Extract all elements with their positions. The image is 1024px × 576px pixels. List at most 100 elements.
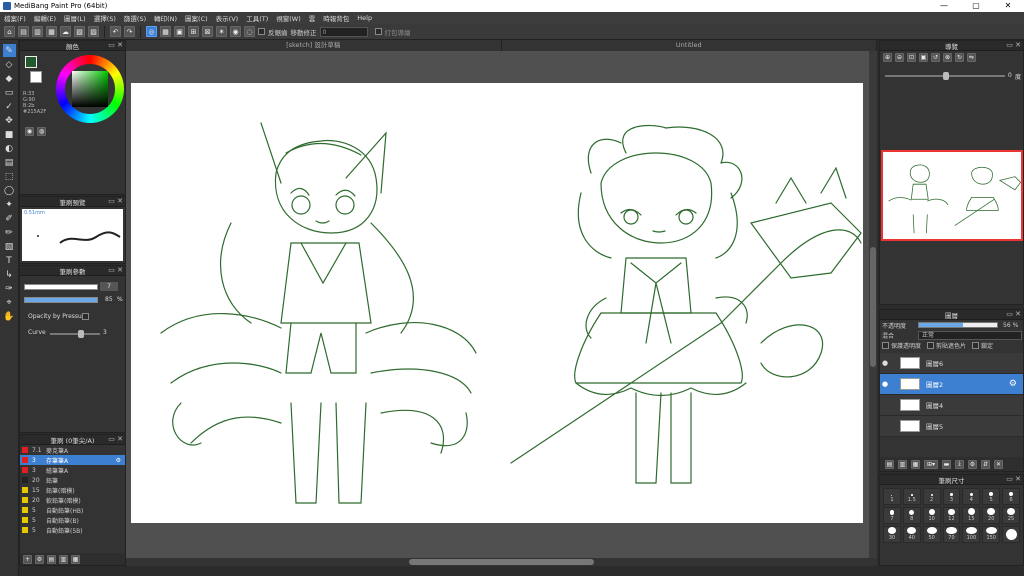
- brush-size-cell[interactable]: 2: [922, 488, 941, 505]
- brush-size-cell[interactable]: 10: [922, 507, 941, 524]
- divide-tool-icon[interactable]: ▧: [3, 240, 16, 253]
- drawing-canvas[interactable]: [131, 83, 863, 523]
- brush-size-cell[interactable]: 6: [1002, 488, 1020, 505]
- rotation-slider-thumb[interactable]: [943, 72, 949, 80]
- ruler-icon[interactable]: ⊞: [188, 26, 199, 37]
- navigator-thumbnail[interactable]: [881, 150, 1023, 241]
- perspective-icon[interactable]: ⊠: [202, 26, 213, 37]
- color-palette-icon[interactable]: ◍: [37, 127, 46, 136]
- actual-size-icon[interactable]: ▣: [919, 53, 928, 62]
- brush-size-cell[interactable]: 15: [962, 507, 981, 524]
- brush-size-cell[interactable]: 3: [942, 488, 961, 505]
- panel-buttons[interactable]: ▭ ✕: [1006, 475, 1021, 483]
- layer-settings-icon[interactable]: ⚙: [968, 459, 977, 469]
- brush-size-cell[interactable]: [1002, 526, 1020, 543]
- brush-list-item[interactable]: 20 軟鉛筆(暗模): [20, 495, 125, 505]
- menu-file[interactable]: 檔案(F): [0, 13, 30, 23]
- layer-move-icon[interactable]: ⇵: [981, 459, 990, 469]
- vertical-scroll-thumb[interactable]: [870, 247, 876, 367]
- brush-size-cell[interactable]: 1: [883, 488, 901, 505]
- brush-mode-icon[interactable]: ◎: [146, 26, 157, 37]
- lock-checkbox[interactable]: [972, 341, 980, 349]
- brush-list-item[interactable]: 5 自動鉛筆(5B): [20, 525, 125, 535]
- new-halftone-layer-icon[interactable]: ▥: [898, 459, 907, 469]
- brush-size-cell[interactable]: 20: [982, 507, 1001, 524]
- dropper-icon[interactable]: ⌖: [3, 296, 16, 309]
- cloud-icon[interactable]: ☁: [60, 26, 71, 37]
- save-icon[interactable]: ▦: [46, 26, 57, 37]
- brush-list-item[interactable]: 5 自動鉛筆(B): [20, 515, 125, 525]
- zoom-out-icon[interactable]: ⊖: [895, 53, 904, 62]
- dot-eraser-icon[interactable]: ◆: [3, 72, 16, 85]
- brush-list-item[interactable]: 20 鉛筆: [20, 475, 125, 485]
- panel-buttons[interactable]: ▭ ✕: [108, 435, 123, 443]
- rotation-slider[interactable]: [885, 72, 1005, 80]
- menu-select[interactable]: 選擇(S): [90, 13, 120, 23]
- shape-tool-icon[interactable]: ■: [3, 128, 16, 141]
- layer-item[interactable]: 圖層4: [880, 395, 1023, 416]
- operation-tool-icon[interactable]: ↳: [3, 268, 16, 281]
- brush-size-cell[interactable]: 25: [1002, 507, 1020, 524]
- select-pen-icon[interactable]: ✐: [3, 212, 16, 225]
- panel-buttons[interactable]: ▭ ✕: [108, 266, 123, 274]
- brush-size-cell[interactable]: 5: [982, 488, 1001, 505]
- brush-folder-icon[interactable]: ▥: [59, 554, 68, 564]
- color-swatch-bg[interactable]: [30, 71, 42, 83]
- vertical-scrollbar[interactable]: [869, 51, 877, 558]
- menu-edit[interactable]: 編輯(E): [30, 13, 60, 23]
- layer-opacity-slider[interactable]: [918, 322, 998, 328]
- menu-pattern[interactable]: 圖案(C): [181, 13, 212, 23]
- minimize-button[interactable]: —: [928, 0, 960, 12]
- menu-tools[interactable]: 工具(T): [242, 13, 272, 23]
- protect-alpha-checkbox[interactable]: [882, 341, 889, 349]
- rotate-reset-icon[interactable]: ⊗: [943, 53, 952, 62]
- brush-size-cell[interactable]: 40: [902, 526, 921, 543]
- text-tool-icon[interactable]: T: [3, 254, 16, 267]
- saturation-square[interactable]: [72, 71, 108, 107]
- flip-icon[interactable]: ⇋: [967, 53, 976, 62]
- concentric-icon[interactable]: ◉: [230, 26, 241, 37]
- new-layer-icon[interactable]: ▤: [885, 459, 894, 469]
- brush-copy-icon[interactable]: ▤: [47, 554, 56, 564]
- menu-filter[interactable]: 篩選(S): [120, 13, 150, 23]
- add-brush-icon[interactable]: +: [23, 554, 32, 564]
- maximize-button[interactable]: ▢: [960, 0, 992, 12]
- export-icon[interactable]: ▧: [74, 26, 85, 37]
- redo-icon[interactable]: ↷: [124, 26, 135, 37]
- brush-size-cell[interactable]: 100: [962, 526, 981, 543]
- open-file-icon[interactable]: ▥: [32, 26, 43, 37]
- eyedropper-icon[interactable]: ✑: [3, 282, 16, 295]
- brush-list-item[interactable]: 3 存筆筆A ⚙: [20, 455, 125, 465]
- brush-size-cell[interactable]: 70: [942, 526, 961, 543]
- antialias-checkbox[interactable]: [258, 28, 265, 35]
- lasso-tool-icon[interactable]: ◯: [3, 184, 16, 197]
- panel-buttons[interactable]: ▭ ✕: [108, 197, 123, 205]
- brush-list-item[interactable]: 7.1 麥克筆A: [20, 445, 125, 455]
- correction-select[interactable]: 0: [319, 26, 368, 37]
- layer-item[interactable]: 圖層5: [880, 416, 1023, 437]
- radial-icon[interactable]: ✶: [216, 26, 227, 37]
- brush-size-cell[interactable]: 50: [922, 526, 941, 543]
- visibility-eye-icon[interactable]: ●: [880, 380, 890, 388]
- tab-untitled[interactable]: Untitled: [502, 40, 877, 51]
- hand-tool-icon[interactable]: ✋: [3, 310, 16, 323]
- menu-cloud[interactable]: 雲: [305, 13, 320, 23]
- horizontal-scrollbar[interactable]: [126, 558, 877, 566]
- brush-list-item[interactable]: 15 鉛筆(暗模): [20, 485, 125, 495]
- curve-slider-thumb[interactable]: [78, 330, 84, 338]
- snap-off-icon[interactable]: ◌: [244, 26, 255, 37]
- rotate-left-icon[interactable]: ↺: [931, 53, 940, 62]
- clipping-checkbox[interactable]: [927, 341, 935, 349]
- zoom-in-icon[interactable]: ⊕: [883, 53, 892, 62]
- menu-layer[interactable]: 圖層(L): [60, 13, 90, 23]
- move-tool-icon[interactable]: ✥: [3, 114, 16, 127]
- gradient-tool-icon[interactable]: ▤: [3, 156, 16, 169]
- tab-sketch[interactable]: [sketch] 設計草稿: [126, 40, 502, 51]
- opacity-slider[interactable]: [24, 297, 98, 303]
- brush-list-item[interactable]: 3 繪筆筆A: [20, 465, 125, 475]
- select-eraser-icon[interactable]: ✏: [3, 226, 16, 239]
- rect-select-icon[interactable]: ▭: [3, 86, 16, 99]
- magic-wand-icon[interactable]: ✦: [3, 198, 16, 211]
- brush-tool-icon[interactable]: ✎: [2, 44, 16, 57]
- menu-window[interactable]: 視窗(W): [272, 13, 305, 23]
